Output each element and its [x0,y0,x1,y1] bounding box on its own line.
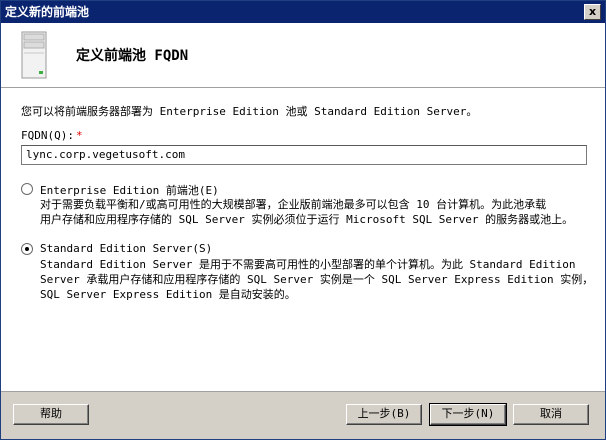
next-button[interactable]: 下一步(N) [429,403,507,426]
page-title: 定义前端池 FQDN [76,48,189,64]
wizard-header: 定义前端池 FQDN [1,23,605,87]
enterprise-radio[interactable] [21,183,33,195]
standard-radio[interactable] [21,243,33,255]
intro-text: 您可以将前端服务器部署为 Enterprise Edition 池或 Stand… [21,105,478,118]
button-bar: 帮助 上一步(B) 下一步(N) 取消 [1,391,605,439]
title-bar: 定义新的前端池 x [1,1,605,23]
required-mark: * [75,129,83,142]
wizard-body: 您可以将前端服务器部署为 Enterprise Edition 池或 Stand… [1,89,605,389]
enterprise-description: 对于需要负载平衡和/或高可用性的大规模部署，企业版前端池最多可以包含 10 台计… [40,197,595,227]
fqdn-label: FQDN(Q): * [21,129,83,142]
standard-label[interactable]: Standard Edition Server(S) [40,242,212,255]
description-line: SQL Server Express Edition 是自动安装的。 [40,288,296,301]
description-line: Standard Edition Server 是用于不需要高可用性的小型部署的… [40,258,576,271]
cancel-button[interactable]: 取消 [513,404,589,425]
window-title: 定义新的前端池 [5,5,90,19]
server-icon [21,31,47,79]
back-button[interactable]: 上一步(B) [346,404,422,425]
fqdn-input[interactable]: lync.corp.vegetusoft.com [21,145,587,165]
fqdn-label-text: FQDN(Q): [21,129,74,142]
wizard-window: 定义新的前端池 x 定义前端池 FQDN 您可以将前端服务器部署为 Enterp… [0,0,606,440]
close-button[interactable]: x [584,4,601,20]
enterprise-label[interactable]: Enterprise Edition 前端池(E) [40,182,219,198]
help-button[interactable]: 帮助 [13,404,89,425]
description-line: Server 承载用户存储和应用程序存储的 SQL Server 实例是一个 S… [40,273,594,286]
standard-description: Standard Edition Server 是用于不需要高可用性的小型部署的… [40,257,595,302]
description-line: 对于需要负载平衡和/或高可用性的大规模部署，企业版前端池最多可以包含 10 台计… [40,198,547,211]
description-line: 用户存储和应用程序存储的 SQL Server 实例必须位于运行 Microso… [40,213,574,226]
